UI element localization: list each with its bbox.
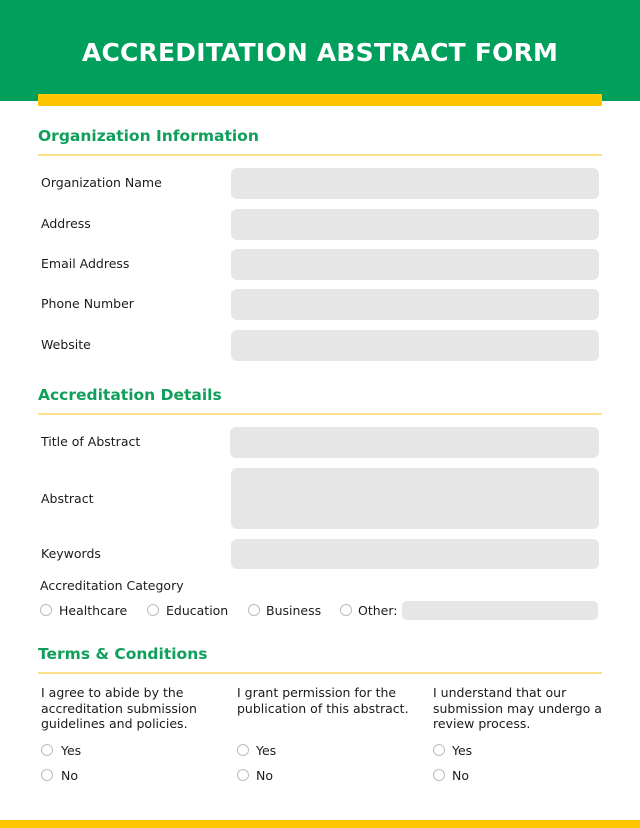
term-2-text: I grant permission for the publication o… <box>237 685 409 716</box>
address-input[interactable] <box>231 209 599 240</box>
phone-number-label: Phone Number <box>41 296 134 311</box>
form-title: ACCREDITATION ABSTRACT FORM <box>81 38 559 67</box>
phone-number-input[interactable] <box>231 289 599 320</box>
header-accent-bar <box>38 94 602 106</box>
term-3-text: I understand that our submission may und… <box>433 685 602 731</box>
organization-name-label: Organization Name <box>41 175 162 190</box>
radio-healthcare[interactable] <box>40 604 52 616</box>
abstract-textarea[interactable] <box>231 468 599 529</box>
term-1-no-radio[interactable] <box>41 769 53 781</box>
accreditation-category-label: Accreditation Category <box>40 578 184 593</box>
header-banner: ACCREDITATION ABSTRACT FORM <box>0 0 640 101</box>
section-divider <box>38 672 602 674</box>
term-1-yes-radio[interactable] <box>41 744 53 756</box>
term-3-yes-label: Yes <box>452 743 473 758</box>
term-2-yes-radio[interactable] <box>237 744 249 756</box>
radio-label-other: Other: <box>358 603 398 618</box>
radio-label-healthcare: Healthcare <box>59 603 128 618</box>
term-3-yes-radio[interactable] <box>433 744 445 756</box>
radio-other[interactable] <box>340 604 352 616</box>
radio-label-business: Business <box>266 603 322 618</box>
keywords-label: Keywords <box>41 546 101 561</box>
section-divider <box>38 154 602 156</box>
organization-name-input[interactable] <box>231 168 599 199</box>
term-2-no-label: No <box>256 768 273 783</box>
section-heading-organization: Organization Information <box>38 127 259 145</box>
term-3-no-label: No <box>452 768 469 783</box>
term-1-no-label: No <box>61 768 78 783</box>
term-3-no-radio[interactable] <box>433 769 445 781</box>
term-2-no-radio[interactable] <box>237 769 249 781</box>
keywords-input[interactable] <box>231 539 599 569</box>
title-of-abstract-input[interactable] <box>230 427 599 458</box>
other-category-input[interactable] <box>402 601 598 620</box>
radio-education[interactable] <box>147 604 159 616</box>
radio-label-education: Education <box>166 603 229 618</box>
term-1-text: I agree to abide by the accreditation su… <box>41 685 197 731</box>
website-input[interactable] <box>231 330 599 361</box>
section-heading-terms: Terms & Conditions <box>38 645 208 663</box>
abstract-label: Abstract <box>41 491 94 506</box>
email-address-label: Email Address <box>41 256 130 271</box>
radio-business[interactable] <box>248 604 260 616</box>
term-2-yes-label: Yes <box>256 743 277 758</box>
email-address-input[interactable] <box>231 249 599 280</box>
website-label: Website <box>41 337 91 352</box>
section-divider <box>38 413 602 415</box>
address-label: Address <box>41 216 91 231</box>
footer-accent-bar <box>0 820 640 828</box>
section-heading-accreditation: Accreditation Details <box>38 386 222 404</box>
term-1-yes-label: Yes <box>61 743 82 758</box>
title-of-abstract-label: Title of Abstract <box>41 434 141 449</box>
